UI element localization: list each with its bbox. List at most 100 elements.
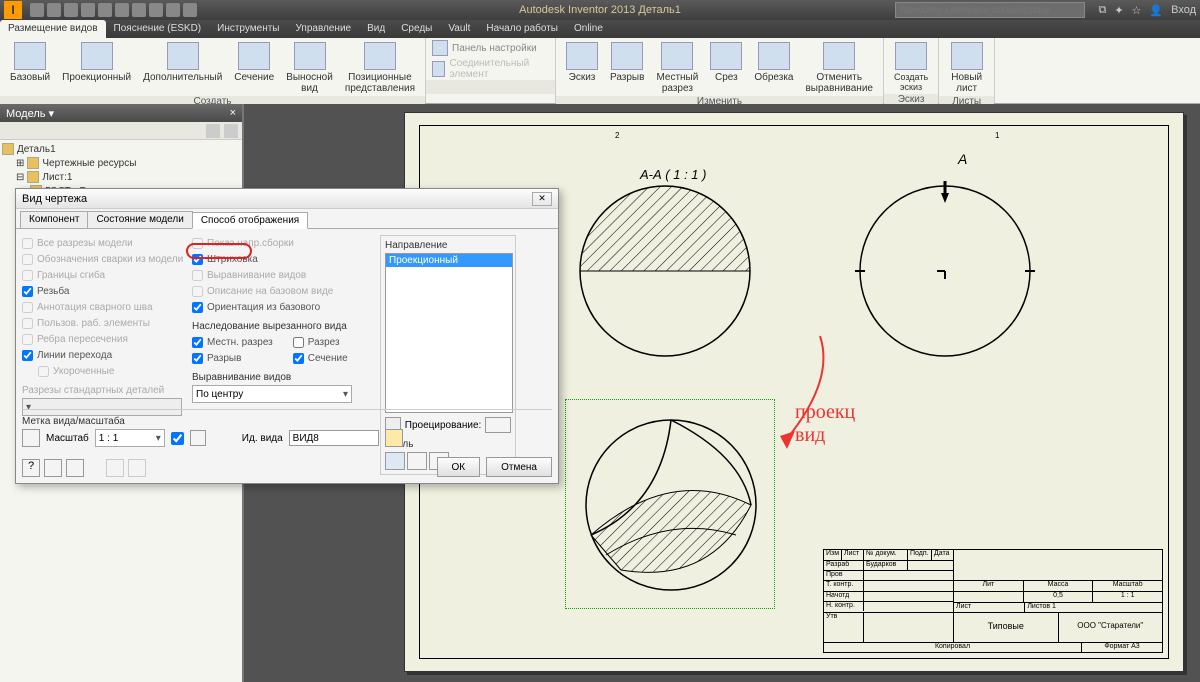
- ok-button[interactable]: ОК: [437, 457, 481, 477]
- browser-header[interactable]: Модель ▾×: [0, 104, 242, 122]
- help-button[interactable]: ?: [22, 459, 40, 477]
- tool-icon[interactable]: [224, 124, 238, 138]
- qat-btn[interactable]: [98, 3, 112, 17]
- scale-toggle[interactable]: [22, 429, 40, 447]
- opt-button-disabled: [128, 459, 146, 477]
- inherit-breakout[interactable]: Местн. разрез: [192, 334, 273, 350]
- tab-tools[interactable]: Инструменты: [209, 20, 287, 38]
- tab-placement[interactable]: Размещение видов: [0, 20, 106, 38]
- ribbon-group-sketch: Создать эскиз Эскиз: [884, 38, 939, 103]
- projected-view-selection[interactable]: [565, 399, 775, 609]
- close-icon[interactable]: ×: [230, 107, 236, 119]
- section-view-aa[interactable]: [575, 181, 755, 361]
- help-icon[interactable]: ⧉: [1098, 4, 1106, 17]
- scale-select[interactable]: 1 : 1: [95, 429, 165, 447]
- opt-button-disabled: [106, 459, 124, 477]
- search-input[interactable]: [895, 2, 1085, 18]
- cancel-button[interactable]: Отмена: [486, 457, 552, 477]
- tab-env[interactable]: Среды: [393, 20, 440, 38]
- overlay-button[interactable]: Позиционные представления: [341, 40, 419, 96]
- detail-view-button[interactable]: Выносной вид: [282, 40, 337, 96]
- ruler-mark: 1: [995, 131, 999, 140]
- qat-btn[interactable]: [30, 3, 44, 17]
- dialog-title: Вид чертежа: [22, 193, 87, 205]
- scale-visible-checkbox[interactable]: [171, 432, 184, 445]
- qat-btn[interactable]: [132, 3, 146, 17]
- base-view[interactable]: [855, 181, 1035, 361]
- drawing-view-dialog: Вид чертежа ✕ Компонент Состояние модели…: [15, 188, 559, 484]
- nailboard-button[interactable]: Панель настройки: [432, 40, 549, 56]
- option-bend-extents[interactable]: Границы сгиба: [22, 267, 192, 283]
- projected-view-button[interactable]: Проекционный: [58, 40, 135, 96]
- user-icon[interactable]: 👤: [1149, 4, 1163, 17]
- opt-button[interactable]: [44, 459, 62, 477]
- option-foreshortened[interactable]: Укороченные: [22, 363, 192, 379]
- edit-id-button[interactable]: [385, 429, 403, 447]
- fav-icon[interactable]: ☆: [1132, 4, 1142, 17]
- create-sketch-icon: [895, 42, 927, 70]
- aux-view-button[interactable]: Дополнительный: [139, 40, 226, 96]
- view-mark-label: Метка вида/масштаба: [22, 416, 552, 427]
- tab-vault[interactable]: Vault: [440, 20, 478, 38]
- qat-btn[interactable]: [183, 3, 197, 17]
- star-icon[interactable]: ✦: [1114, 4, 1123, 17]
- inherit-break[interactable]: Разрыв: [192, 350, 273, 366]
- alignment-select[interactable]: По центру: [192, 385, 352, 403]
- qat-btn[interactable]: [47, 3, 61, 17]
- style-hidden-button[interactable]: [385, 452, 405, 470]
- sketch-modify-button[interactable]: Эскиз: [562, 40, 602, 96]
- view-id-input[interactable]: [289, 430, 379, 446]
- section-view-icon: [238, 42, 270, 70]
- qat-btn[interactable]: [115, 3, 129, 17]
- tab-manage[interactable]: Управление: [288, 20, 360, 38]
- dialog-tab-display[interactable]: Способ отображения: [192, 212, 308, 229]
- inherit-slice[interactable]: Сечение: [293, 350, 348, 366]
- qat-btn[interactable]: [166, 3, 180, 17]
- direction-item[interactable]: Проекционный: [386, 254, 512, 267]
- option-weld-from-model[interactable]: Обозначения сварки из модели: [22, 251, 192, 267]
- tab-view[interactable]: Вид: [359, 20, 393, 38]
- option-align-views[interactable]: Выравнивание видов: [192, 267, 372, 283]
- tree-item[interactable]: ⊞Чертежные ресурсы: [2, 156, 240, 170]
- tree-root[interactable]: Деталь1: [2, 142, 240, 156]
- dialog-tab-model-state[interactable]: Состояние модели: [87, 211, 192, 228]
- tree-item[interactable]: ⊟Лист:1: [2, 170, 240, 184]
- option-weld-annotation[interactable]: Аннотация сварного шва: [22, 299, 192, 315]
- option-tangent-edges[interactable]: Линии перехода: [22, 347, 192, 363]
- break-button[interactable]: Разрыв: [606, 40, 648, 96]
- unalign-button[interactable]: Отменить выравнивание: [801, 40, 876, 96]
- crop-button[interactable]: Обрезка: [750, 40, 797, 96]
- opt-button[interactable]: [66, 459, 84, 477]
- create-sketch-button[interactable]: Создать эскиз: [890, 40, 932, 94]
- titlebar: I Autodesk Inventor 2013 Деталь1 ⧉ ✦ ☆ 👤…: [0, 0, 1200, 20]
- option-definition-base[interactable]: Описание на базовом виде: [192, 283, 372, 299]
- style-nohidden-button[interactable]: [407, 452, 427, 470]
- tab-online[interactable]: Online: [566, 20, 611, 38]
- new-sheet-button[interactable]: Новый лист: [945, 40, 988, 96]
- tab-eskd[interactable]: Пояснение (ESKD): [106, 20, 210, 38]
- breakout-button[interactable]: Местный разрез: [652, 40, 702, 96]
- dialog-tab-component[interactable]: Компонент: [20, 211, 88, 228]
- scale-btn[interactable]: [190, 430, 206, 446]
- option-thread[interactable]: Резьба: [22, 283, 192, 299]
- section-view-button[interactable]: Сечение: [230, 40, 278, 96]
- inherit-section[interactable]: Разрез: [293, 334, 348, 350]
- connector-button[interactable]: Соединительный элемент: [432, 58, 549, 80]
- qat-btn[interactable]: [81, 3, 95, 17]
- option-user-work-features[interactable]: Пользов. раб. элементы: [22, 315, 192, 331]
- base-view-button[interactable]: Базовый: [6, 40, 54, 96]
- option-interference-edges[interactable]: Ребра пересечения: [22, 331, 192, 347]
- qat-btn[interactable]: [149, 3, 163, 17]
- app-icon[interactable]: I: [4, 1, 22, 19]
- tab-start[interactable]: Начало работы: [478, 20, 566, 38]
- option-all-model-sections[interactable]: Все разрезы модели: [22, 235, 192, 251]
- slice-button[interactable]: Срез: [706, 40, 746, 96]
- dialog-close-button[interactable]: ✕: [532, 192, 552, 206]
- option-orientation-base[interactable]: Ориентация из базового: [192, 299, 372, 315]
- dialog-titlebar[interactable]: Вид чертежа ✕: [16, 189, 558, 209]
- group-label-panel: [426, 80, 555, 94]
- direction-list[interactable]: Проекционный: [385, 253, 513, 413]
- qat-btn[interactable]: [64, 3, 78, 17]
- tool-icon[interactable]: [206, 124, 220, 138]
- login-link[interactable]: Вход: [1171, 4, 1196, 17]
